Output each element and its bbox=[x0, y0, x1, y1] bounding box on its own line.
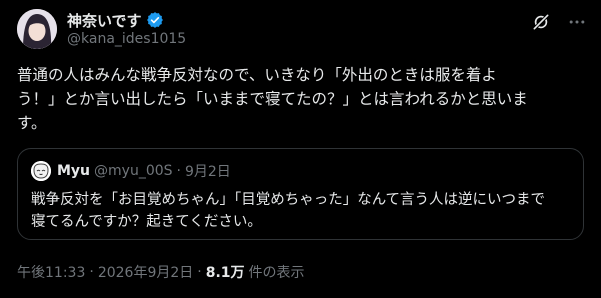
tweet-date[interactable]: 2026年9月2日 bbox=[98, 262, 193, 282]
quoted-display-name: Myu bbox=[57, 163, 91, 179]
tweet-text-line: す。 bbox=[17, 114, 47, 132]
tweet-text-line: う！」とか言い出したら「いままで寝てたの？」とは言われるかと思いま bbox=[17, 90, 528, 108]
views-count[interactable]: 8.1万 bbox=[206, 262, 245, 282]
author-handle[interactable]: @kana_ides1015 bbox=[67, 31, 186, 47]
quoted-tweet-header: Myu @myu_00S · 9月2日 bbox=[31, 161, 231, 181]
meta-separator: · bbox=[197, 264, 202, 280]
header-actions bbox=[531, 12, 587, 32]
grok-icon[interactable] bbox=[531, 12, 551, 32]
author-avatar[interactable] bbox=[17, 9, 57, 49]
views-label: 件の表示 bbox=[248, 265, 305, 281]
meta-separator: · bbox=[89, 264, 94, 280]
tweet-card: 神奈いです @kana_ides1015 普通の人はみんな戦争反対なので、いきな… bbox=[0, 0, 601, 298]
quoted-text: 戦争反対を「お目覚めちゃん」「目覚めちゃった」なんて言う人は逆にいつまで 寝てる… bbox=[31, 189, 571, 233]
author-display-name[interactable]: 神奈いです bbox=[67, 10, 142, 31]
author-name-row: 神奈いです bbox=[67, 10, 164, 30]
tweet-text: 普通の人はみんな戦争反対なので、いきなり「外出のときは服を着よ う！」とか言い出… bbox=[17, 63, 587, 135]
tweet-meta: 午後11:33 · 2026年9月2日 · 8.1万 件の表示 bbox=[17, 262, 305, 282]
quoted-date: 9月2日 bbox=[184, 164, 231, 180]
quoted-separator: · bbox=[176, 163, 181, 179]
quoted-author-avatar bbox=[31, 161, 51, 181]
tweet-time[interactable]: 午後11:33 bbox=[17, 262, 85, 282]
quoted-text-line: 戦争反対を「お目覚めちゃん」「目覚めちゃった」なんて言う人は逆にいつまで bbox=[31, 192, 546, 208]
quoted-text-line: 寝てるんですか？起きてください。 bbox=[31, 214, 262, 230]
more-options-icon[interactable] bbox=[567, 12, 587, 32]
tweet-text-line: 普通の人はみんな戦争反対なので、いきなり「外出のときは服を着よ bbox=[17, 66, 497, 84]
verified-badge-icon bbox=[146, 11, 164, 29]
quoted-handle: @myu_00S bbox=[94, 163, 173, 179]
quoted-tweet[interactable]: Myu @myu_00S · 9月2日 戦争反対を「お目覚めちゃん」「目覚めちゃ… bbox=[17, 148, 584, 240]
